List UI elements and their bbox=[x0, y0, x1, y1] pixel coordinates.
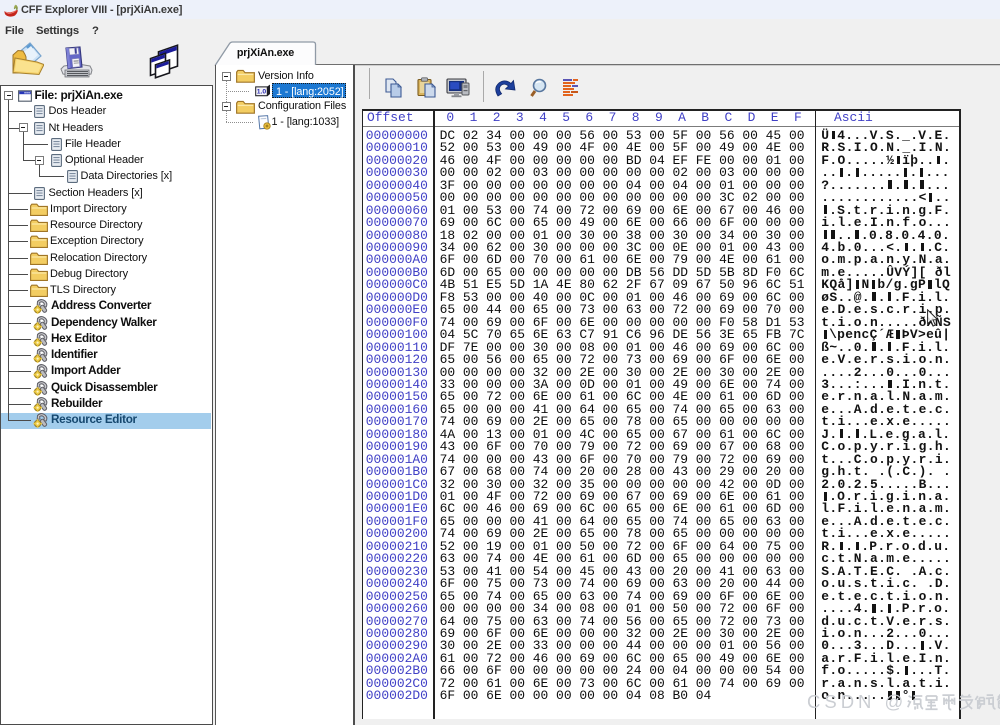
svg-text:1.0: 1.0 bbox=[257, 88, 267, 95]
